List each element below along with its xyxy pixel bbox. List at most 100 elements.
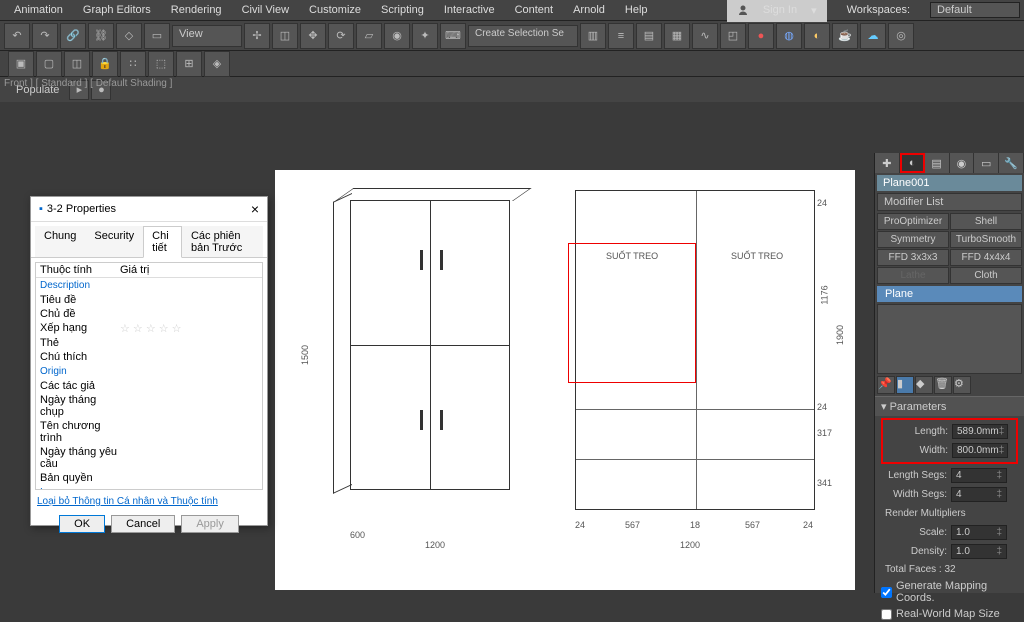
edge-icon[interactable]: ∷	[120, 51, 146, 77]
select-icon[interactable]: ▭	[144, 23, 170, 49]
render-frame-icon[interactable]: ◐	[804, 23, 830, 49]
layer-icon[interactable]: ▤	[636, 23, 662, 49]
bind-icon[interactable]: ◇	[116, 23, 142, 49]
panel-tabs: ✚ ◐ ▤ ◉ ▭ 🔧	[875, 153, 1024, 173]
workspaces-dropdown[interactable]: Default	[930, 2, 1020, 18]
tab-details[interactable]: Chi tiết	[143, 226, 182, 258]
ok-button[interactable]: OK	[59, 515, 105, 533]
snap3-icon[interactable]: ◈	[204, 51, 230, 77]
close-icon[interactable]: ×	[251, 201, 259, 217]
menu-interactive[interactable]: Interactive	[434, 1, 505, 19]
density-spinner[interactable]: 1.0	[951, 544, 1007, 559]
filter-dropdown[interactable]: View	[172, 25, 242, 47]
btn-shell[interactable]: Shell	[950, 213, 1022, 230]
unlink-icon[interactable]: ⛓	[88, 23, 114, 49]
btn-turbosmooth[interactable]: TurboSmooth	[950, 231, 1022, 248]
sel-invert-icon[interactable]: ◫	[64, 51, 90, 77]
create-tab-icon[interactable]: ✚	[875, 153, 900, 173]
modify-tab-icon[interactable]: ◐	[900, 153, 925, 173]
remove-icon[interactable]: 🗑	[934, 376, 952, 394]
toggle-icon[interactable]: ▦	[664, 23, 690, 49]
btn-cloth[interactable]: Cloth	[950, 267, 1022, 284]
keyboard-icon[interactable]: ⌨	[440, 23, 466, 49]
menu-content[interactable]: Content	[505, 1, 564, 19]
property-table[interactable]: Thuộc tínhGiá trị Description Tiêu đề Ch…	[35, 262, 263, 490]
curve-icon[interactable]: ∿	[692, 23, 718, 49]
realworld-checkbox[interactable]	[881, 609, 892, 620]
wsegs-spinner[interactable]: 4	[951, 487, 1007, 502]
poly-icon[interactable]: ⬚	[148, 51, 174, 77]
show-result-icon[interactable]: ▮	[896, 376, 914, 394]
config-icon[interactable]: ⚙	[953, 376, 971, 394]
modifier-stack-item[interactable]: Plane	[877, 286, 1022, 302]
dim-600: 600	[350, 530, 365, 540]
menu-animation[interactable]: Animation	[4, 1, 73, 19]
viewport[interactable]: 1500 600 1200 SUỐT TREO SUỐT TREO 1900 1…	[275, 170, 855, 590]
object-name-field[interactable]: Plane001	[877, 175, 1022, 191]
link-icon[interactable]: 🔗	[60, 23, 86, 49]
tab-security[interactable]: Security	[85, 226, 143, 257]
window-icon[interactable]: ◫	[272, 23, 298, 49]
workspaces-label: Workspaces:	[837, 1, 920, 19]
utilities-tab-icon[interactable]: 🔧	[999, 153, 1024, 173]
tab-chung[interactable]: Chung	[35, 226, 85, 257]
menu-bar: Animation Graph Editors Rendering Civil …	[0, 0, 1024, 20]
cancel-button[interactable]: Cancel	[111, 515, 175, 533]
btn-ffd3[interactable]: FFD 3x3x3	[877, 249, 949, 266]
menu-grapheditors[interactable]: Graph Editors	[73, 1, 161, 19]
manip-icon[interactable]: ✦	[412, 23, 438, 49]
menu-rendering[interactable]: Rendering	[161, 1, 232, 19]
unique-icon[interactable]: ◆	[915, 376, 933, 394]
remove-properties-link[interactable]: Loại bỏ Thông tin Cá nhân và Thuộc tính	[31, 494, 267, 509]
cross-icon[interactable]: ✢	[244, 23, 270, 49]
apply-button[interactable]: Apply	[181, 515, 239, 533]
dialog-titlebar[interactable]: ▪ 3-2 Properties ×	[31, 197, 267, 222]
motion-tab-icon[interactable]: ◉	[950, 153, 975, 173]
section-description: Description	[36, 278, 262, 293]
schematic-icon[interactable]: ◰	[720, 23, 746, 49]
material-icon[interactable]: ●	[748, 23, 774, 49]
panorama-icon[interactable]: ◎	[888, 23, 914, 49]
menu-civilview[interactable]: Civil View	[232, 1, 299, 19]
length-spinner[interactable]: 589.0mm	[952, 424, 1008, 439]
sel-none-icon[interactable]: ▢	[36, 51, 62, 77]
mirror-icon[interactable]: ▥	[580, 23, 606, 49]
dim-1200b: 1200	[680, 540, 700, 550]
btn-ffd4[interactable]: FFD 4x4x4	[950, 249, 1022, 266]
pin-icon[interactable]: 📌	[877, 376, 895, 394]
render-setup-icon[interactable]: ◍	[776, 23, 802, 49]
modifier-stack-area[interactable]	[877, 304, 1022, 374]
scale-icon[interactable]: ▱	[356, 23, 382, 49]
lock-icon[interactable]: 🔒	[92, 51, 118, 77]
hierarchy-tab-icon[interactable]: ▤	[925, 153, 950, 173]
sel-all-icon[interactable]: ▣	[8, 51, 34, 77]
align-icon[interactable]: ≡	[608, 23, 634, 49]
parameters-rollout[interactable]: ▾ Parameters	[875, 396, 1024, 416]
move-icon[interactable]: ✥	[300, 23, 326, 49]
signin-button[interactable]: Sign In ▾	[727, 0, 827, 22]
menu-customize[interactable]: Customize	[299, 1, 371, 19]
genmap-checkbox[interactable]	[881, 587, 892, 598]
btn-lathe[interactable]: Lathe	[877, 267, 949, 284]
a360-icon[interactable]: ☁	[860, 23, 886, 49]
btn-prooptimizer[interactable]: ProOptimizer	[877, 213, 949, 230]
menu-help[interactable]: Help	[615, 1, 658, 19]
place-icon[interactable]: ◉	[384, 23, 410, 49]
menu-scripting[interactable]: Scripting	[371, 1, 434, 19]
row-the: Thẻ	[40, 337, 120, 349]
redo-icon[interactable]: ↷	[32, 23, 58, 49]
render-icon[interactable]: ☕	[832, 23, 858, 49]
scale-spinner[interactable]: 1.0	[951, 525, 1007, 540]
rating-stars[interactable]: ☆ ☆ ☆ ☆ ☆	[120, 322, 258, 335]
named-selection-dropdown[interactable]: Create Selection Se	[468, 25, 578, 47]
undo-icon[interactable]: ↶	[4, 23, 30, 49]
lsegs-spinner[interactable]: 4	[951, 468, 1007, 483]
display-tab-icon[interactable]: ▭	[974, 153, 999, 173]
menu-arnold[interactable]: Arnold	[563, 1, 615, 19]
width-spinner[interactable]: 800.0mm	[952, 443, 1008, 458]
tab-versions[interactable]: Các phiên bản Trước	[182, 226, 263, 257]
btn-symmetry[interactable]: Symmetry	[877, 231, 949, 248]
rotate-icon[interactable]: ⟳	[328, 23, 354, 49]
modifier-list-dropdown[interactable]: Modifier List	[877, 193, 1022, 211]
snap2-icon[interactable]: ⊞	[176, 51, 202, 77]
